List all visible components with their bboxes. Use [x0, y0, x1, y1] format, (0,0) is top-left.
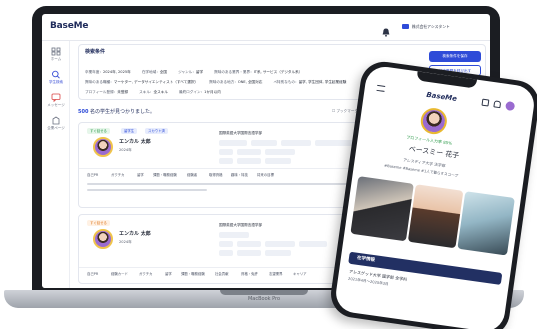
profile-tab[interactable]: ガクチカ	[111, 172, 125, 177]
smartphone: BaseMe プロフィール入力率 85% ベースミー 花子 アレスディア大学 法…	[327, 58, 537, 329]
building-icon	[52, 116, 60, 125]
avatar[interactable]	[93, 229, 113, 249]
avatar[interactable]	[93, 137, 113, 157]
phone-user-name: ベースミー 花子	[408, 144, 460, 160]
search-conditions-title: 検索条件	[85, 49, 106, 55]
product-mockup-scene: BaseMe 株式会社アシスタント ホーム 学生検索 メッセージ 企業ページ 検…	[0, 0, 537, 329]
skill-tag	[299, 241, 327, 247]
profile-tab[interactable]: 資格・免許	[241, 271, 258, 276]
profile-photo[interactable]	[457, 191, 515, 256]
header-divider	[42, 40, 490, 41]
profile-rate: プロフィール入力率 85%	[406, 134, 453, 146]
skill-tag	[265, 149, 295, 155]
skill-tag	[265, 241, 295, 247]
profile-tab[interactable]: 自己PR	[87, 271, 98, 276]
skill-tag	[251, 140, 277, 146]
profile-tab[interactable]: ガクチカ	[139, 271, 153, 276]
profile-tab[interactable]: 趣味・特技	[231, 172, 248, 177]
company-logo-icon	[402, 24, 409, 29]
sidebar-label-message: メッセージ	[47, 103, 65, 107]
graduation-year: 2024年	[119, 148, 132, 152]
phone-hashtags: #Baseme #Baseme #1人で暮らすスコープ	[383, 163, 459, 178]
profile-photo[interactable]	[407, 184, 464, 249]
skill-tag	[219, 140, 247, 146]
profile-tab[interactable]: 経験カード	[111, 271, 128, 276]
laptop-brand-label: MacBook Pro	[247, 296, 281, 302]
status-badge: スカウト済	[145, 128, 168, 134]
menu-icon[interactable]	[376, 84, 386, 92]
search-icon	[52, 70, 60, 79]
laptop-notch	[220, 290, 308, 295]
skill-tag	[265, 250, 291, 256]
profile-tab[interactable]: 自己PR	[87, 172, 98, 177]
student-name[interactable]: エンカル 太郎	[119, 232, 151, 237]
avatar[interactable]	[419, 106, 449, 136]
profile-tab[interactable]: 課題・職務経験	[153, 172, 177, 177]
home-icon	[51, 47, 61, 56]
status-badge: すぐ話せる	[87, 128, 110, 134]
profile-tab[interactable]: 社会貢献	[215, 271, 229, 276]
skill-tag	[219, 241, 233, 247]
school-name: 国際英語大学国際言語学部	[219, 131, 263, 135]
phone-school-period: 2021年4月〜2025年3月	[347, 276, 389, 287]
skill-tag	[265, 158, 291, 164]
skill-tag	[219, 158, 233, 164]
header-user-name[interactable]: 株式会社アシスタント	[412, 25, 450, 29]
profile-tab[interactable]: キャリア	[293, 271, 307, 276]
sidebar-label-search: 学生検索	[49, 80, 63, 84]
sidebar-label-company: 企業ページ	[47, 126, 65, 130]
student-name[interactable]: エンカル 太郎	[119, 140, 151, 145]
skill-tag	[237, 241, 261, 247]
profile-tab[interactable]: 留学	[137, 172, 144, 177]
skill-tag	[281, 140, 311, 146]
profile-tab[interactable]: 志望業界	[269, 271, 283, 276]
profile-text-line	[87, 189, 207, 192]
profile-tab[interactable]: 経験者	[187, 172, 197, 177]
section-title: 在学情報	[356, 255, 376, 263]
school-name: 国際英語大学国際言語学部	[219, 223, 263, 227]
phone-screen: BaseMe プロフィール入力率 85% ベースミー 花子 アレスディア大学 法…	[333, 64, 537, 329]
skill-tag	[219, 250, 233, 256]
skill-tag	[237, 158, 261, 164]
bell-icon[interactable]	[382, 22, 390, 37]
message-icon	[51, 93, 61, 102]
save-search-button[interactable]: 検索条件を保存	[429, 51, 481, 62]
status-badge: すぐ話せる	[87, 220, 110, 226]
skill-tag	[219, 232, 249, 238]
sidebar: ホーム 学生検索 メッセージ 企業ページ	[42, 41, 70, 288]
profile-tab[interactable]: 留学	[165, 271, 172, 276]
skill-tag	[237, 250, 261, 256]
graduation-year: 2024年	[119, 240, 132, 244]
phone-settings-icon[interactable]	[481, 98, 490, 107]
profile-tab[interactable]: 将来の目標	[257, 172, 274, 177]
profile-tab[interactable]: 課題・職務経験	[181, 271, 205, 276]
condition-row-3: プロフィール登録：未登録 スキル：全スキル 最終ログイン：1か月以内	[85, 90, 221, 94]
result-count: 500 名の学生が見つかりました。	[78, 109, 156, 115]
phone-bell-icon[interactable]	[493, 100, 502, 109]
phone-avatar-small[interactable]	[505, 100, 516, 112]
profile-photo[interactable]	[350, 176, 414, 242]
sidebar-label-home: ホーム	[50, 57, 62, 61]
app-logo[interactable]: BaseMe	[50, 22, 88, 31]
phone-app-logo[interactable]: BaseMe	[426, 91, 458, 103]
skill-tag	[237, 149, 261, 155]
profile-tab[interactable]: 取得資格	[209, 172, 223, 177]
status-badge: 留学生	[121, 128, 138, 134]
skill-tag	[219, 149, 233, 155]
